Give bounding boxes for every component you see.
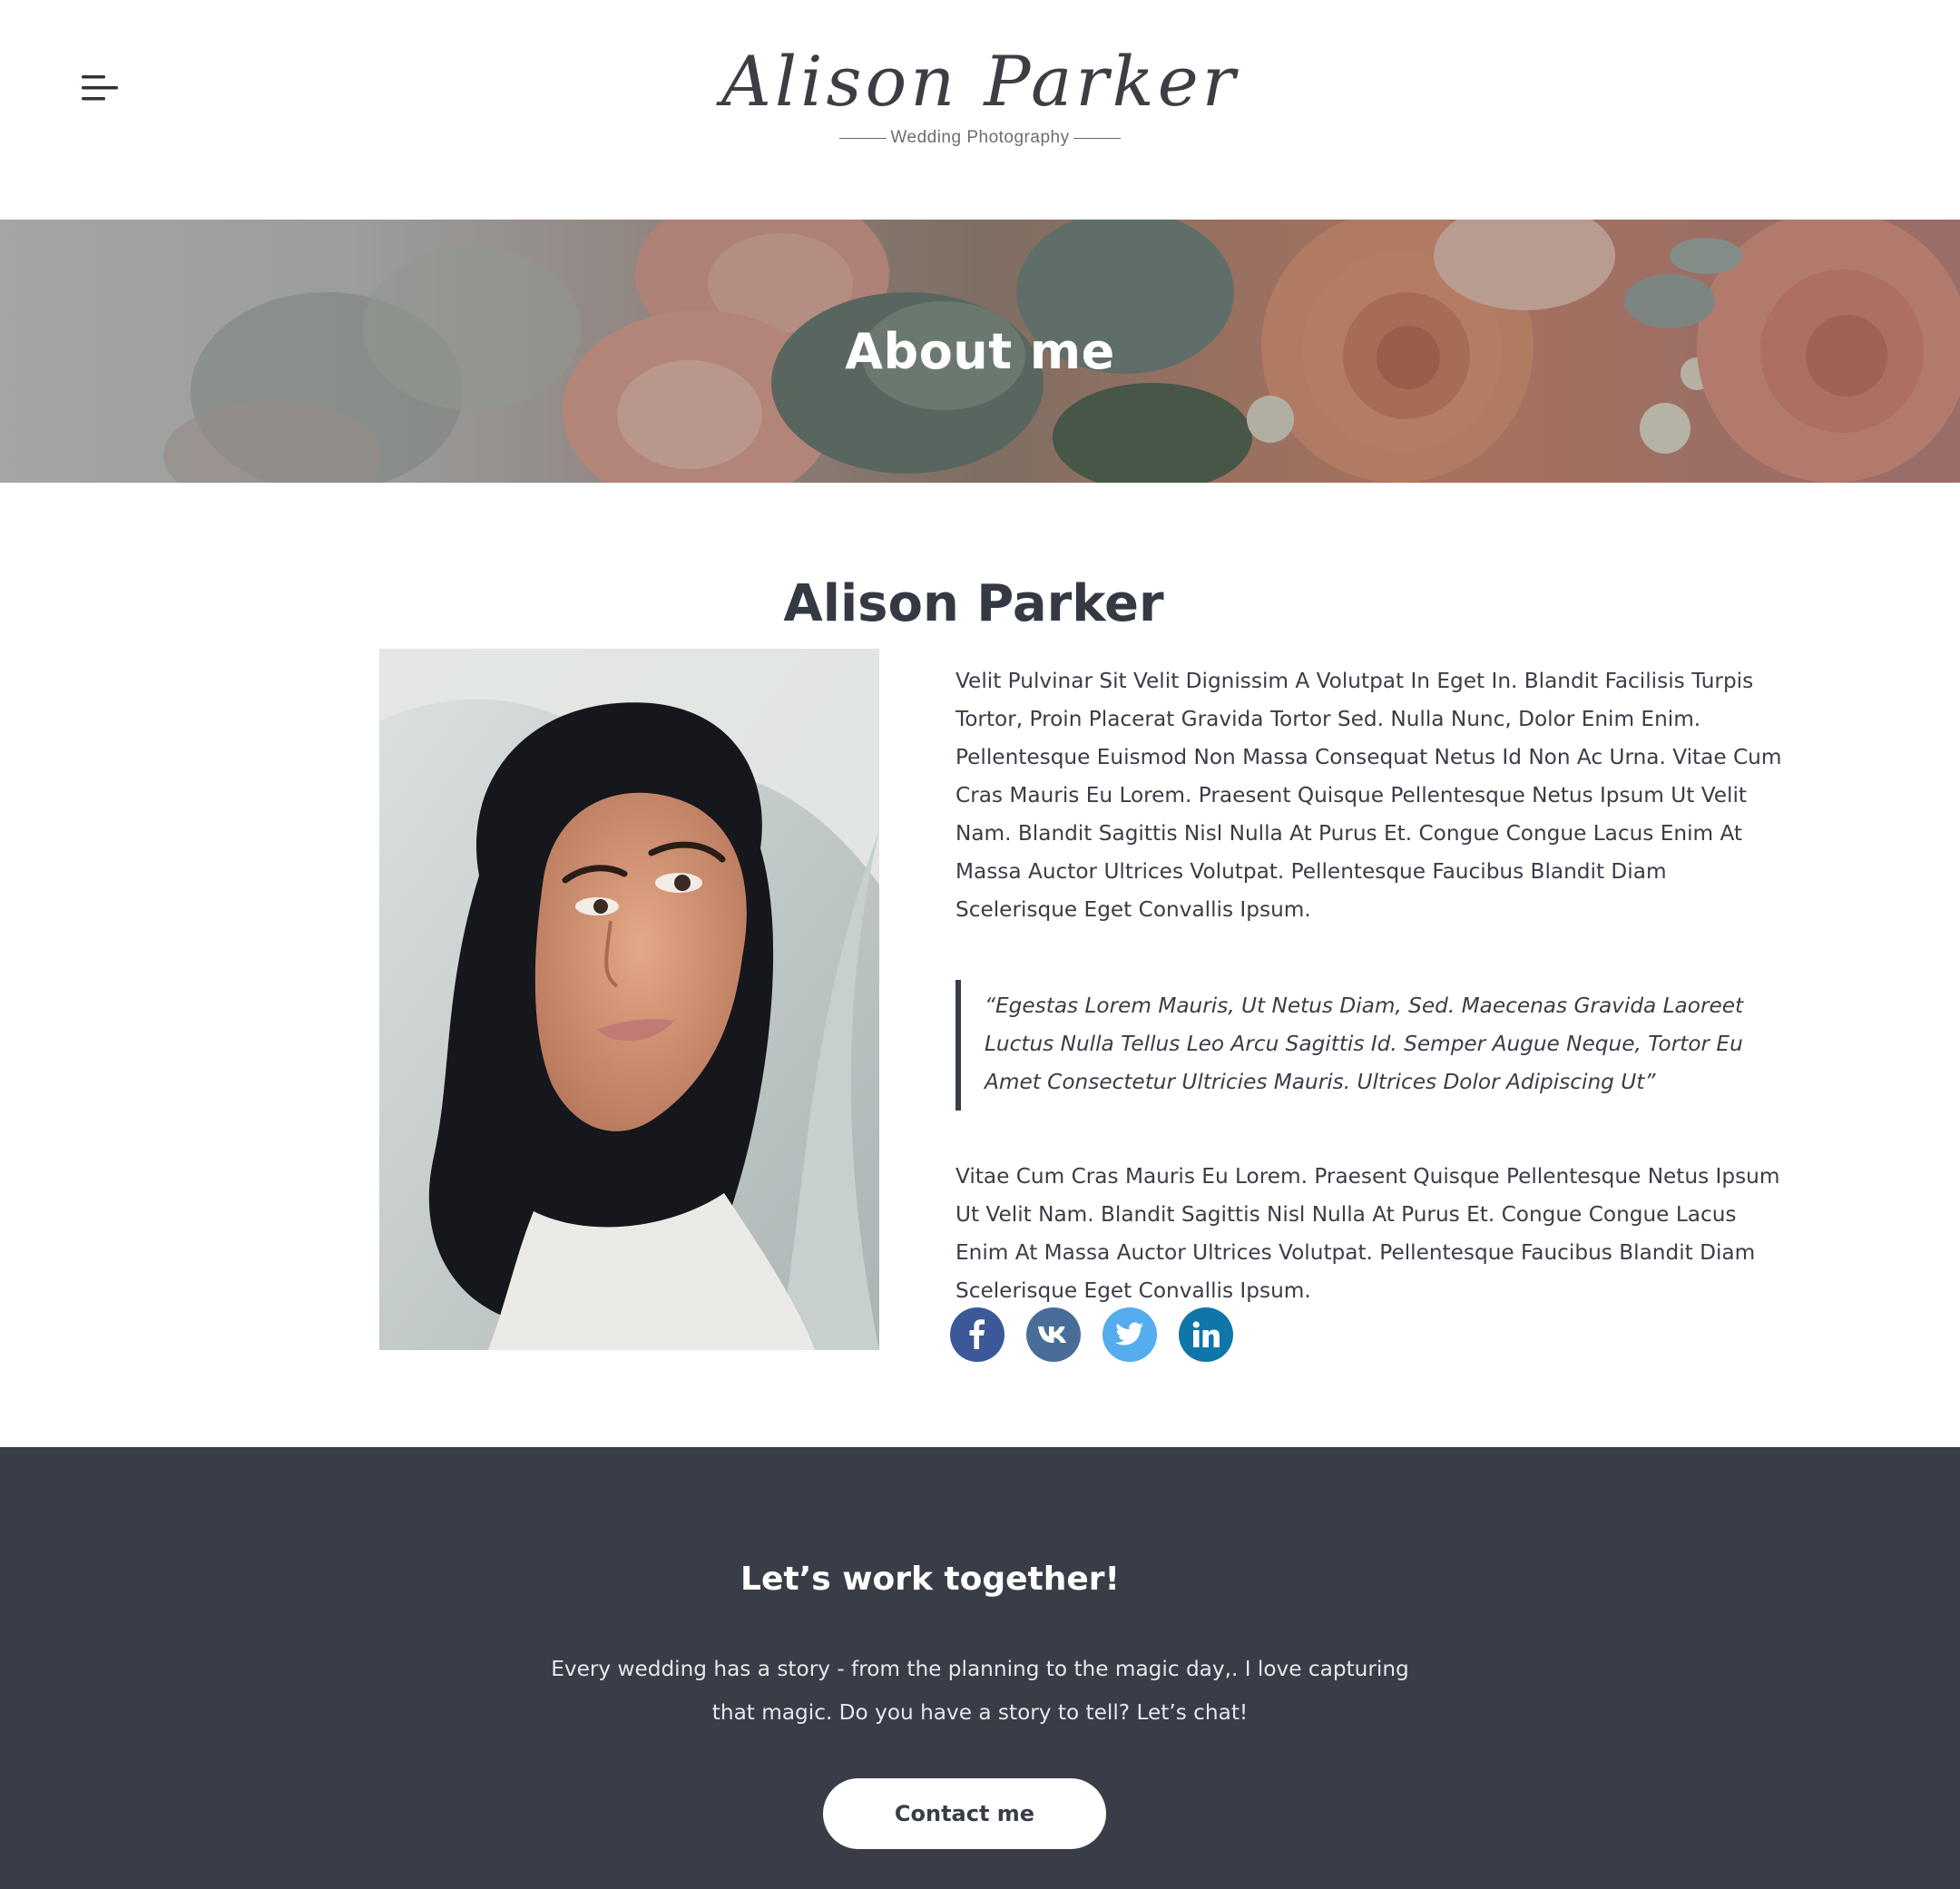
about-text: Velit Pulvinar Sit Velit Dignissim A Vol… xyxy=(956,662,1790,1310)
logo-tagline-row: Wedding Photography xyxy=(690,127,1270,149)
site-header: Alison Parker Wedding Photography xyxy=(0,0,1960,220)
social-links xyxy=(950,1307,1255,1362)
portrait-image xyxy=(379,649,879,1350)
facebook-link[interactable] xyxy=(950,1307,1004,1362)
contact-cta-section: Let’s work together! Every wedding has a… xyxy=(0,1447,1960,1889)
about-heading: Alison Parker xyxy=(783,573,1164,633)
vk-link[interactable] xyxy=(1026,1307,1081,1362)
linkedin-link[interactable] xyxy=(1179,1307,1233,1362)
logo-name: Alison Parker xyxy=(720,41,1240,122)
cta-title: Let’s work together! xyxy=(740,1560,1120,1598)
tagline-rule-right xyxy=(1073,137,1121,139)
facebook-icon xyxy=(969,1319,985,1349)
about-paragraph-1: Velit Pulvinar Sit Velit Dignissim A Vol… xyxy=(956,669,1782,922)
menu-button[interactable] xyxy=(78,71,122,107)
about-quote: “Egestas Lorem Mauris, Ut Netus Diam, Se… xyxy=(956,980,1790,1111)
hero-banner: About me xyxy=(0,220,1960,483)
linkedin-icon xyxy=(1192,1321,1220,1347)
portrait-photo xyxy=(379,649,879,1350)
twitter-link[interactable] xyxy=(1102,1307,1157,1362)
cta-text: Every wedding has a story - from the pla… xyxy=(551,1657,1409,1726)
vk-icon xyxy=(1038,1326,1066,1343)
about-paragraph-2: Vitae Cum Cras Mauris Eu Lorem. Praesent… xyxy=(956,1164,1780,1303)
tagline-rule-left xyxy=(839,137,887,139)
twitter-icon xyxy=(1115,1322,1143,1346)
hero-title: About me xyxy=(845,322,1115,380)
logo-tagline: Wedding Photography xyxy=(890,128,1070,147)
contact-me-button[interactable]: Contact me xyxy=(823,1778,1106,1849)
site-logo[interactable]: Alison Parker Wedding Photography xyxy=(690,36,1270,163)
menu-icon xyxy=(82,75,118,101)
